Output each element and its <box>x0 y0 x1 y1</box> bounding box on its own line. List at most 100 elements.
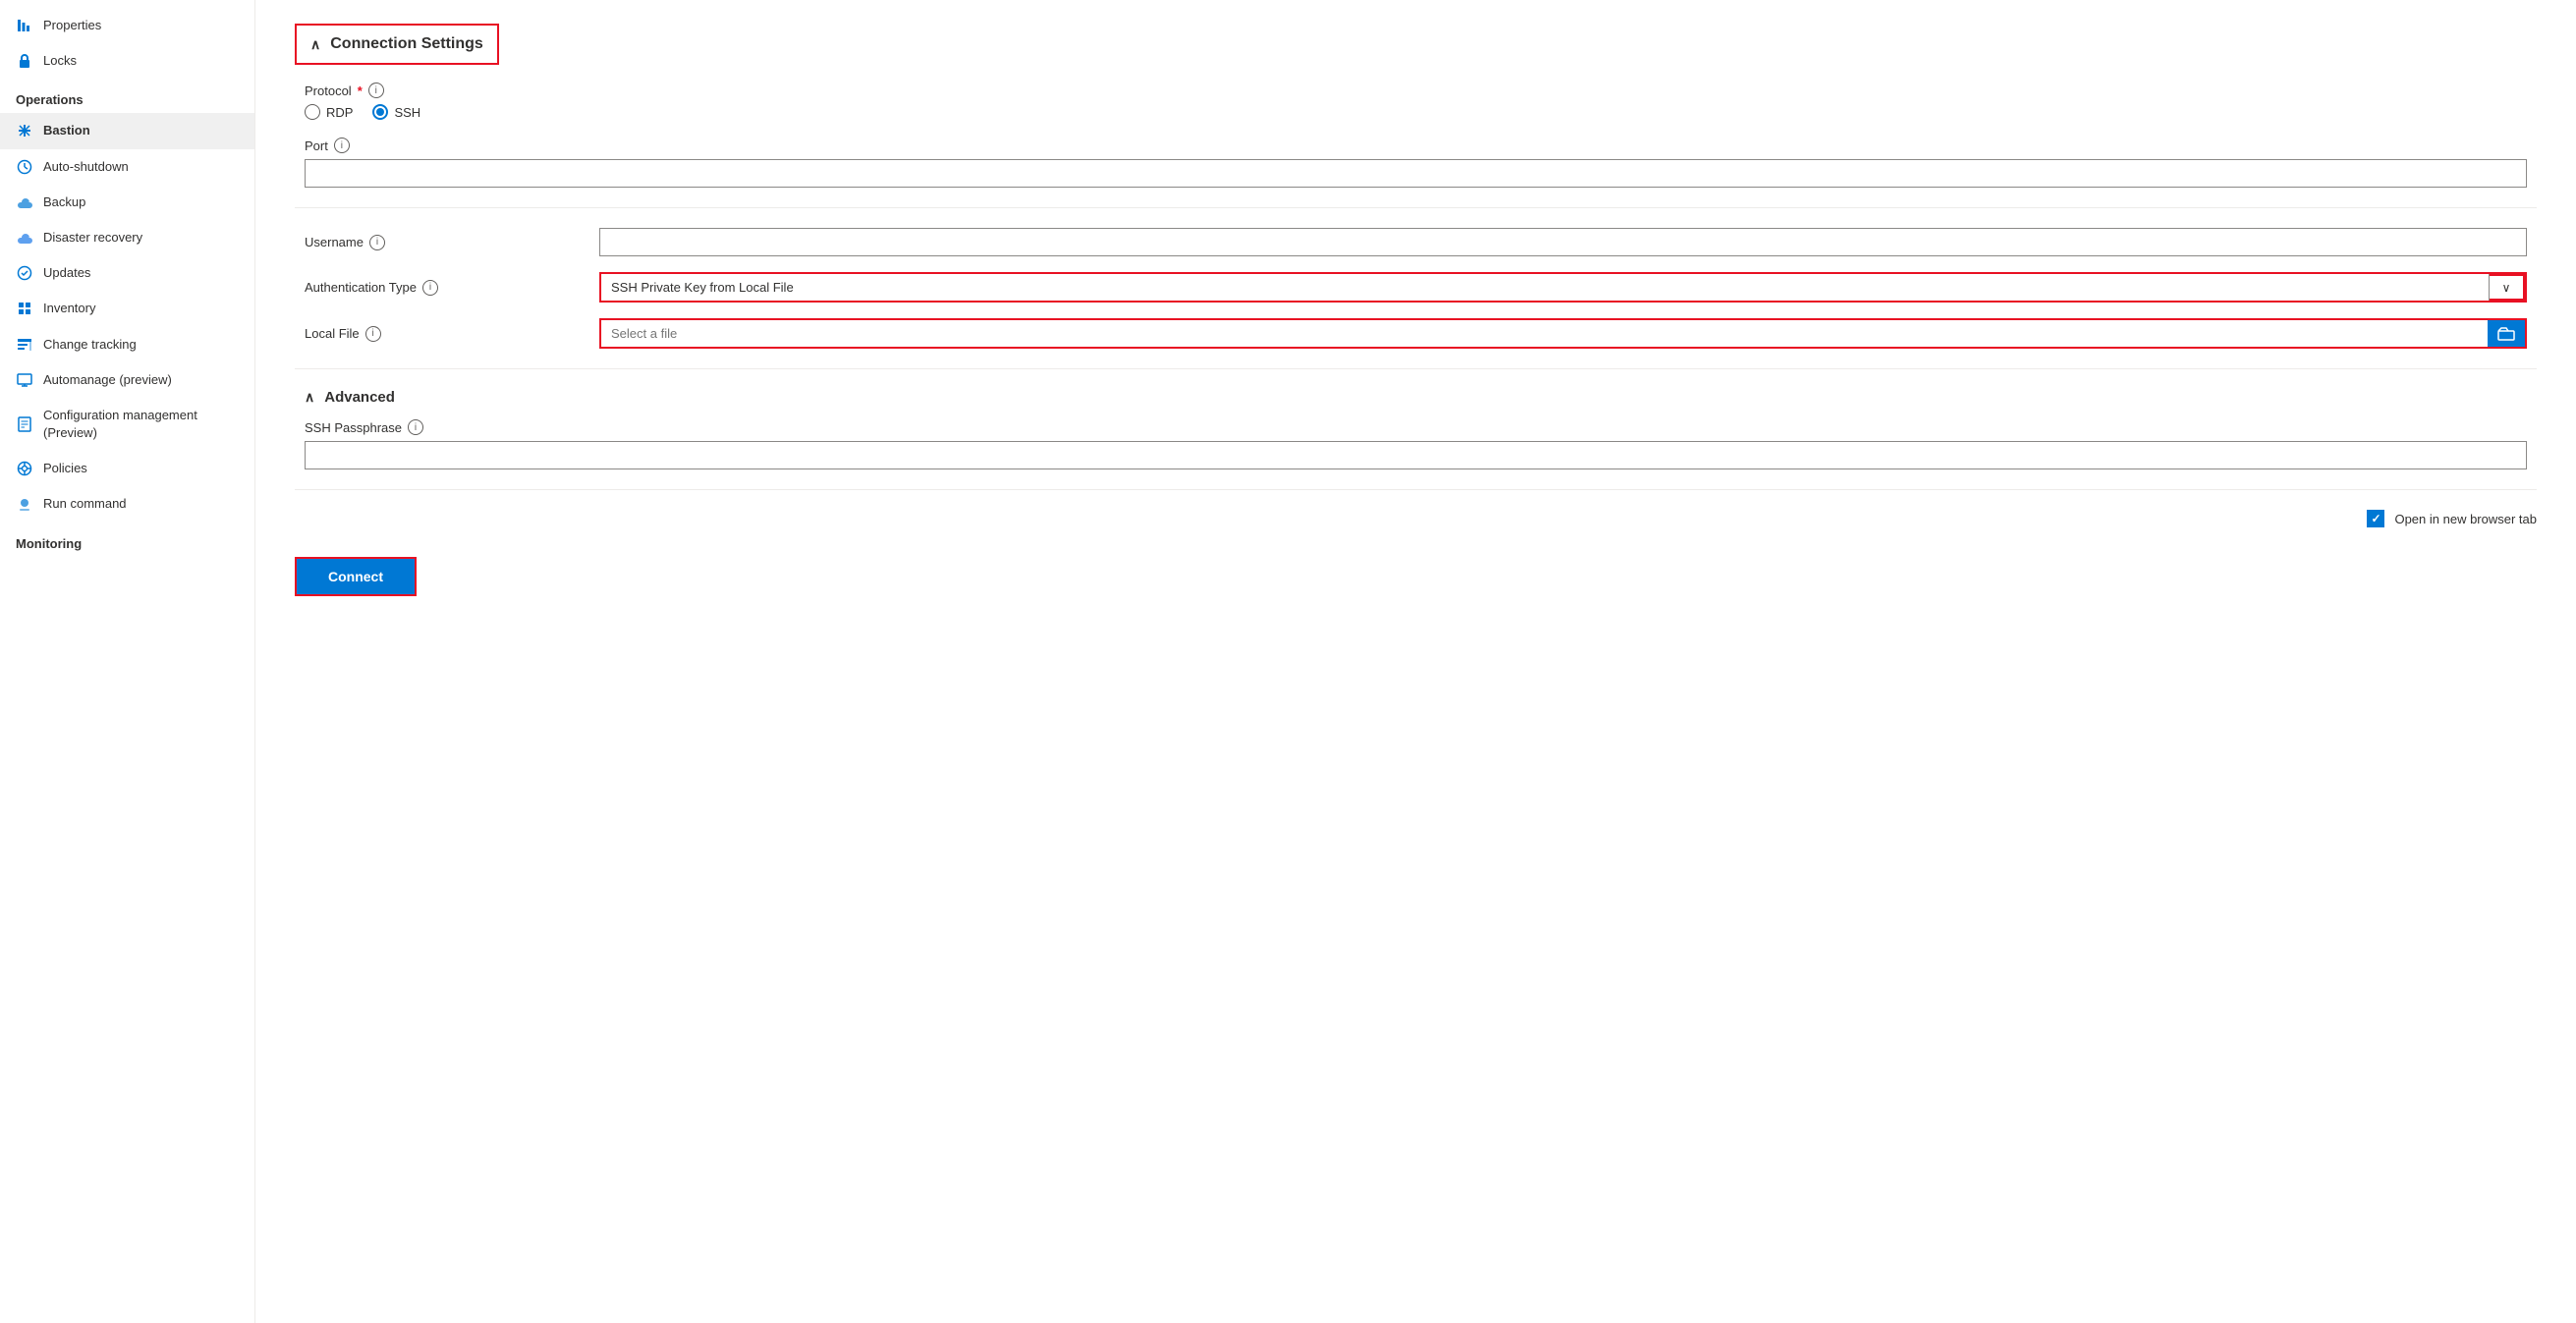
local-file-browse-button[interactable] <box>2488 320 2525 347</box>
sidebar-item-change-tracking-label: Change tracking <box>43 336 137 354</box>
sidebar-item-policies-label: Policies <box>43 460 87 477</box>
main-content: ∧ Connection Settings Protocol * i RDP S… <box>255 0 2576 1323</box>
protocol-required: * <box>358 83 363 98</box>
local-file-input-wrapper <box>599 318 2527 349</box>
sidebar-item-updates-label: Updates <box>43 264 90 282</box>
sidebar-item-backup-label: Backup <box>43 193 85 211</box>
footer-section: Open in new browser tab Connect <box>295 510 2537 596</box>
sidebar-item-updates[interactable]: Updates <box>0 255 254 291</box>
inventory-icon <box>16 300 33 317</box>
backup-icon <box>16 193 33 211</box>
username-row: Username i <box>305 228 2527 256</box>
sidebar-item-inventory-label: Inventory <box>43 300 95 317</box>
protocol-info-icon[interactable]: i <box>368 83 384 98</box>
run-command-icon <box>16 496 33 514</box>
local-file-info-icon[interactable]: i <box>365 326 381 342</box>
sidebar-item-automanage[interactable]: Automanage (preview) <box>0 362 254 398</box>
properties-icon <box>16 17 33 34</box>
advanced-section: ∧ Advanced SSH Passphrase i <box>295 389 2537 469</box>
local-file-input-col <box>599 318 2527 349</box>
auth-type-chevron-icon[interactable]: ∨ <box>2490 274 2525 301</box>
sidebar-operations-heading: Operations <box>0 79 254 113</box>
username-label: Username <box>305 235 364 249</box>
rdp-radio[interactable] <box>305 104 320 120</box>
connect-button[interactable]: Connect <box>297 559 415 594</box>
divider-2 <box>295 368 2537 369</box>
open-new-tab-row: Open in new browser tab <box>295 510 2537 527</box>
username-info-icon[interactable]: i <box>369 235 385 250</box>
rdp-option[interactable]: RDP <box>305 104 353 120</box>
sidebar-item-run-command[interactable]: Run command <box>0 486 254 522</box>
connection-settings-header[interactable]: ∧ Connection Settings <box>295 24 499 65</box>
sidebar-item-locks[interactable]: Locks <box>0 43 254 79</box>
sidebar-item-backup[interactable]: Backup <box>0 185 254 220</box>
protocol-label-row: Protocol * i <box>305 83 2527 98</box>
connection-settings-form: Protocol * i RDP SSH Port i <box>295 83 2537 188</box>
port-input[interactable]: 22 <box>305 159 2527 188</box>
sidebar-item-disaster-recovery-label: Disaster recovery <box>43 229 142 247</box>
sidebar-item-properties-label: Properties <box>43 17 101 34</box>
port-info-icon[interactable]: i <box>334 138 350 153</box>
locks-icon <box>16 52 33 70</box>
bastion-icon <box>16 122 33 139</box>
ssh-passphrase-input[interactable] <box>305 441 2527 469</box>
sidebar-item-locks-label: Locks <box>43 52 77 70</box>
sidebar-item-inventory[interactable]: Inventory <box>0 291 254 326</box>
sidebar-item-automanage-label: Automanage (preview) <box>43 371 172 389</box>
auth-type-label-col: Authentication Type i <box>305 280 599 296</box>
open-new-tab-label: Open in new browser tab <box>2394 512 2537 526</box>
port-label: Port <box>305 138 328 153</box>
disaster-recovery-icon <box>16 229 33 247</box>
sidebar-item-properties[interactable]: Properties <box>0 8 254 43</box>
ssh-passphrase-info-icon[interactable]: i <box>408 419 423 435</box>
username-label-col: Username i <box>305 235 599 250</box>
advanced-chevron-icon: ∧ <box>305 389 314 406</box>
username-input-col <box>599 228 2527 256</box>
auth-type-row: Authentication Type i SSH Private Key fr… <box>305 272 2527 303</box>
local-file-row: Local File i <box>305 318 2527 349</box>
port-row: Port i 22 <box>305 138 2527 188</box>
sidebar-item-bastion-label: Bastion <box>43 122 90 139</box>
open-new-tab-checkbox[interactable] <box>2367 510 2384 527</box>
advanced-header[interactable]: ∧ Advanced <box>305 389 2527 406</box>
ssh-passphrase-label: SSH Passphrase <box>305 420 402 435</box>
ssh-radio[interactable] <box>372 104 388 120</box>
rdp-label: RDP <box>326 105 353 120</box>
sidebar-item-bastion[interactable]: Bastion <box>0 113 254 148</box>
local-file-label-col: Local File i <box>305 326 599 342</box>
sidebar-item-policies[interactable]: Policies <box>0 451 254 486</box>
ssh-passphrase-row: SSH Passphrase i <box>305 419 2527 469</box>
credentials-section: Username i Authentication Type i SSH Pri… <box>295 228 2537 349</box>
protocol-label: Protocol <box>305 83 352 98</box>
sidebar: Properties Locks Operations Bastion <box>0 0 255 1323</box>
updates-icon <box>16 264 33 282</box>
protocol-row: Protocol * i RDP SSH <box>305 83 2527 120</box>
configuration-management-icon <box>16 415 33 433</box>
auth-type-input-col: SSH Private Key from Local File Password… <box>599 272 2527 303</box>
connection-settings-chevron: ∧ <box>310 36 320 53</box>
divider-1 <box>295 207 2537 208</box>
auth-type-select[interactable]: SSH Private Key from Local File Password… <box>601 274 2490 301</box>
sidebar-item-disaster-recovery[interactable]: Disaster recovery <box>0 220 254 255</box>
policies-icon <box>16 460 33 477</box>
sidebar-item-configuration-management[interactable]: Configuration management (Preview) <box>0 398 254 451</box>
local-file-label: Local File <box>305 326 360 341</box>
auth-type-label: Authentication Type <box>305 280 417 295</box>
sidebar-item-auto-shutdown[interactable]: Auto-shutdown <box>0 149 254 185</box>
sidebar-item-configuration-management-label: Configuration management (Preview) <box>43 407 239 442</box>
auth-type-dropdown-wrapper: SSH Private Key from Local File Password… <box>599 272 2527 303</box>
username-input[interactable] <box>599 228 2527 256</box>
auto-shutdown-icon <box>16 158 33 176</box>
connection-settings-title: Connection Settings <box>330 35 483 53</box>
sidebar-item-auto-shutdown-label: Auto-shutdown <box>43 158 129 176</box>
local-file-input[interactable] <box>601 320 2488 347</box>
auth-type-info-icon[interactable]: i <box>422 280 438 296</box>
advanced-title: Advanced <box>324 389 395 406</box>
change-tracking-icon <box>16 336 33 354</box>
sidebar-item-change-tracking[interactable]: Change tracking <box>0 327 254 362</box>
ssh-option[interactable]: SSH <box>372 104 420 120</box>
divider-3 <box>295 489 2537 490</box>
connect-button-wrapper: Connect <box>295 557 417 596</box>
sidebar-monitoring-heading: Monitoring <box>0 523 254 557</box>
protocol-radio-group: RDP SSH <box>305 104 2527 120</box>
